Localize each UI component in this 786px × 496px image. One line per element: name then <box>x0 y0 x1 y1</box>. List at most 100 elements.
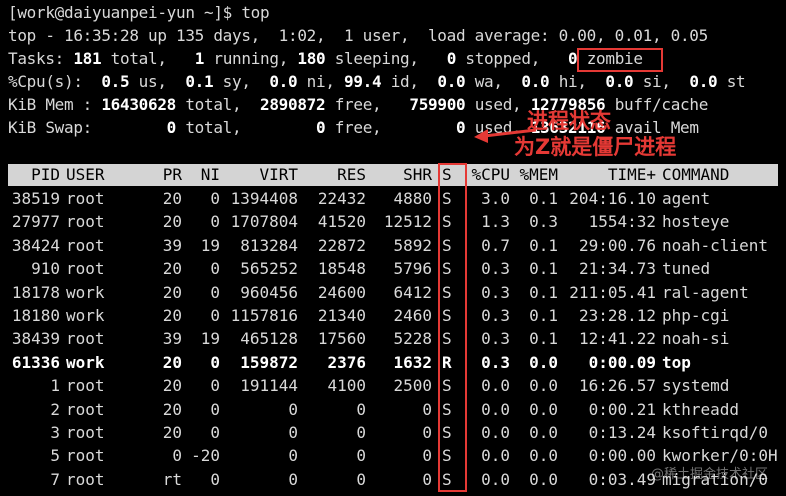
cell-command: systemd <box>662 376 730 396</box>
table-row: 18180 work 20 0 1157816 21340 2460 S 0.3 0.1 23:28… <box>8 305 778 327</box>
cell-virt: 813284 <box>240 235 298 255</box>
cell-ni: 0 <box>210 352 220 372</box>
cell-res: 0 <box>356 469 366 489</box>
top-uptime-line: top - 16:35:28 up 135 days, 1:02, 1 user… <box>8 26 708 45</box>
cell-pid: 38439 <box>11 329 60 349</box>
status-column-highlight-box <box>438 163 467 492</box>
cell-command: kthreadd <box>662 399 740 419</box>
cell-virt: 465128 <box>240 329 298 349</box>
table-row: 38519 root 20 0 1394408 22432 4880 S 3.0 0.1 204:1… <box>8 188 778 210</box>
cell-cpu: 0.3 <box>481 282 510 302</box>
cell-res: 22872 <box>317 235 366 255</box>
table-row: 2 root 20 0 0 0 0 S 0.0 0.0 0:00.21 kthreadd <box>8 399 778 421</box>
cell-time: 12:41.22 <box>578 329 656 349</box>
cell-command: php-cgi <box>662 306 730 325</box>
cell-command: agent <box>662 189 711 208</box>
col-mem: %MEM <box>519 165 558 184</box>
cell-pid: 38519 <box>11 189 60 208</box>
cell-virt: 0 <box>288 446 298 466</box>
table-row: 61336 work 20 0 159872 2376 1632 R 0.3 0.0 0:00.09… <box>8 352 778 374</box>
cell-pr: 0 <box>172 446 182 466</box>
cell-pid: 61336 <box>11 352 60 372</box>
cell-time: 0:00.09 <box>588 352 656 372</box>
cell-mem: 0.0 <box>529 352 558 372</box>
process-table-header: PID USER PR NI VIRT RES SHR S %CPU %MEM … <box>8 164 778 186</box>
cell-mem: 0.1 <box>529 329 558 349</box>
cell-time: 0:13.24 <box>588 423 656 442</box>
cell-pid: 18180 <box>11 306 60 325</box>
cell-mem: 0.0 <box>529 446 558 466</box>
cell-pr: 20 <box>162 259 182 279</box>
cell-ni: 0 <box>210 282 220 302</box>
table-row: 18178 work 20 0 960456 24600 6412 S 0.3 0.1 211:05… <box>8 282 778 304</box>
cell-shr: 0 <box>422 399 432 419</box>
cell-shr: 1632 <box>393 352 432 372</box>
table-row: 38424 root 39 19 813284 22872 5892 S 0.7 0.1 29:00… <box>8 235 778 257</box>
cell-pr: 20 <box>162 306 182 325</box>
cell-pid: 910 <box>31 259 60 279</box>
cell-ni: 0 <box>210 376 220 396</box>
zombie-count: 0 <box>568 49 578 68</box>
watermark: @稀土掘金技术社区 <box>650 467 768 482</box>
tasks-line: Tasks: 181 total, 1 running, 180 sleepin… <box>8 49 643 68</box>
cell-pid: 1 <box>50 376 60 396</box>
cell-pr: 39 <box>162 329 182 349</box>
cell-pr: 20 <box>162 212 182 232</box>
cell-command: tuned <box>662 259 711 279</box>
cell-res: 0 <box>356 399 366 419</box>
cell-command: ral-agent <box>662 282 749 302</box>
col-res: RES <box>337 165 366 184</box>
cell-res: 18548 <box>317 259 366 279</box>
cell-res: 22432 <box>317 189 366 208</box>
cell-ni: -20 <box>191 446 220 466</box>
cell-time: 23:28.12 <box>578 306 656 325</box>
cell-res: 24600 <box>317 282 366 302</box>
cell-shr: 4880 <box>393 189 432 208</box>
cell-user: work <box>66 306 105 325</box>
terminal-window[interactable]: [work@daiyuanpei-yun ~]$ top top - 16:35… <box>0 0 786 496</box>
cell-pid: 27977 <box>11 212 60 232</box>
cell-user: root <box>66 399 105 419</box>
cell-res: 0 <box>356 446 366 466</box>
cell-time: 204:16.10 <box>569 189 656 208</box>
cell-mem: 0.0 <box>529 469 558 489</box>
cell-virt: 960456 <box>240 282 298 302</box>
cell-mem: 0.1 <box>529 306 558 325</box>
cell-command: hosteye <box>662 212 730 232</box>
cell-pr: 20 <box>162 376 182 396</box>
cell-time: 211:05.41 <box>569 282 656 302</box>
col-user: USER <box>66 165 105 184</box>
cell-res: 21340 <box>317 306 366 325</box>
cell-ni: 19 <box>200 235 220 255</box>
shell-prompt: [work@daiyuanpei-yun ~]$ top <box>8 3 270 22</box>
cell-pid: 18178 <box>11 282 60 302</box>
table-row: 3 root 20 0 0 0 0 S 0.0 0.0 0:13.24 ksoftirqd/0 <box>8 422 778 444</box>
cell-pr: 20 <box>162 352 182 372</box>
cell-time: 1554:32 <box>588 212 656 232</box>
cell-cpu: 0.0 <box>481 469 510 489</box>
cell-pr: 20 <box>162 423 182 442</box>
cell-mem: 0.0 <box>529 423 558 442</box>
cell-command: noah-client <box>662 235 768 255</box>
cell-shr: 0 <box>422 469 432 489</box>
cell-shr: 2500 <box>393 376 432 396</box>
cell-shr: 5796 <box>393 259 432 279</box>
cell-virt: 1157816 <box>230 306 298 325</box>
col-time: TIME+ <box>607 165 656 184</box>
cell-shr: 2460 <box>393 306 432 325</box>
cell-cpu: 0.0 <box>481 446 510 466</box>
cell-res: 41520 <box>317 212 366 232</box>
table-row: 910 root 20 0 565252 18548 5796 S 0.3 0.1 21:34.73… <box>8 258 778 280</box>
col-ni: NI <box>200 165 220 184</box>
cell-user: work <box>66 352 105 372</box>
cell-user: root <box>66 259 105 279</box>
table-row: 38439 root 39 19 465128 17560 5228 S 0.3 0.1 12:41… <box>8 328 778 350</box>
cell-virt: 1394408 <box>230 189 298 208</box>
cell-command: top <box>662 352 691 372</box>
cell-user: root <box>66 376 105 396</box>
cell-virt: 0 <box>288 423 298 442</box>
cell-pid: 2 <box>50 399 60 419</box>
cell-ni: 0 <box>210 212 220 232</box>
cell-time: 16:26.57 <box>578 376 656 396</box>
cell-mem: 0.0 <box>529 399 558 419</box>
